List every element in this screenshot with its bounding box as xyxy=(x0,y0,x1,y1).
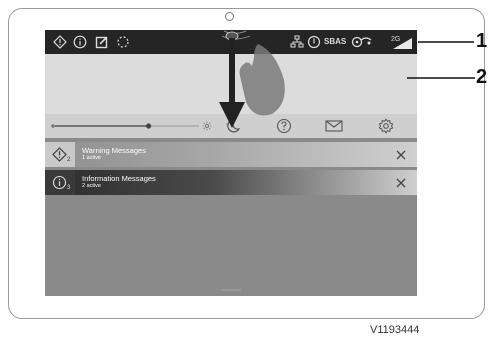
callout-line-1 xyxy=(418,41,474,43)
signal-icon xyxy=(393,38,412,49)
network-icon xyxy=(290,35,304,48)
camera-icon xyxy=(225,12,234,21)
info-icon xyxy=(52,175,67,190)
info-subtitle: 2 active xyxy=(82,183,101,189)
edit-icon[interactable] xyxy=(95,35,109,49)
settings-icon[interactable] xyxy=(378,118,394,134)
warning-messages-row[interactable]: 2 Warning Messages 1 active xyxy=(45,142,417,167)
callout-2: 2 xyxy=(476,66,488,88)
close-icon[interactable] xyxy=(395,177,407,189)
scroll-handle[interactable] xyxy=(221,289,241,291)
swipe-down-gesture-icon xyxy=(219,30,285,128)
close-icon[interactable] xyxy=(395,149,407,161)
information-messages-row[interactable]: 3 Information Messages 2 active xyxy=(45,170,417,195)
message-icon[interactable] xyxy=(325,119,343,133)
info-icon-box: 3 xyxy=(45,170,75,195)
info-icon[interactable] xyxy=(73,35,87,49)
figure-code: V1193444 xyxy=(370,324,420,336)
warning-icon[interactable] xyxy=(53,35,67,49)
warning-icon-box: 2 xyxy=(45,142,75,167)
warning-count: 2 xyxy=(67,157,71,163)
gps-icon xyxy=(351,36,372,48)
screen: SBAS 2G 2 Warning Messages 1 active 3 In… xyxy=(45,30,417,296)
info-count: 3 xyxy=(67,185,71,191)
info-title: Information Messages xyxy=(82,174,156,183)
warning-title: Warning Messages xyxy=(82,146,146,155)
loading-icon xyxy=(117,36,129,48)
warning-subtitle: 1 active xyxy=(82,155,101,161)
sbas-label: SBAS xyxy=(324,37,347,46)
power-icon xyxy=(307,35,321,49)
brightness-slider[interactable] xyxy=(49,120,205,132)
warning-icon xyxy=(52,147,67,162)
callout-line-2 xyxy=(407,77,475,79)
callout-1: 1 xyxy=(476,30,488,52)
